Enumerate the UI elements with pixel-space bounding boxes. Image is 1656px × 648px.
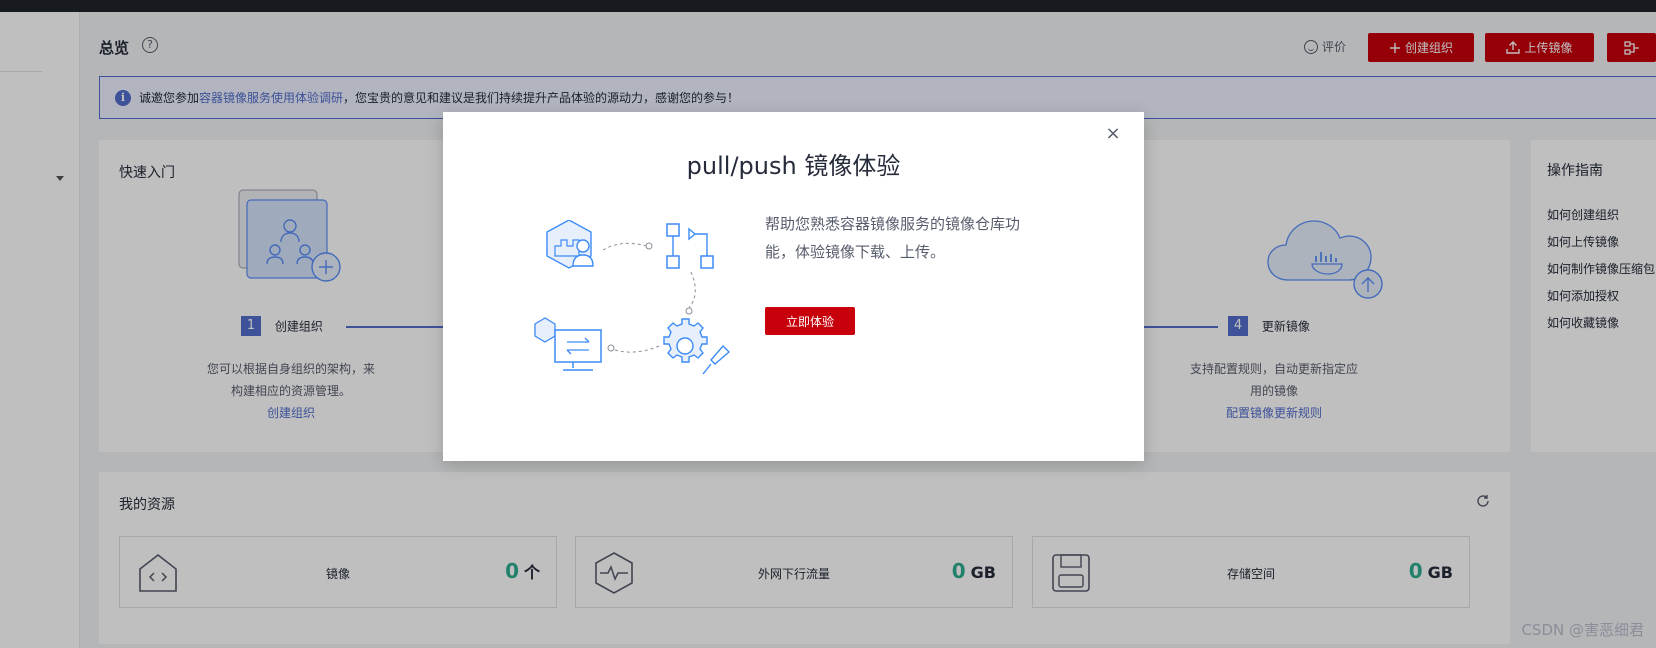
pull-push-modal: × pull/push 镜像体验 帮助您熟悉容器镜像服务的镜像仓库功能，体验镜像…	[443, 112, 1144, 461]
modal-description: 帮助您熟悉容器镜像服务的镜像仓库功能，体验镜像下载、上传。	[765, 215, 1021, 261]
close-icon[interactable]: ×	[1105, 125, 1121, 143]
modal-title: pull/push 镜像体验	[686, 152, 901, 180]
try-now-button[interactable]: 立即体验	[765, 307, 855, 335]
watermark: CSDN @害恶细君	[1521, 621, 1644, 639]
pull-push-illustration	[534, 220, 731, 375]
